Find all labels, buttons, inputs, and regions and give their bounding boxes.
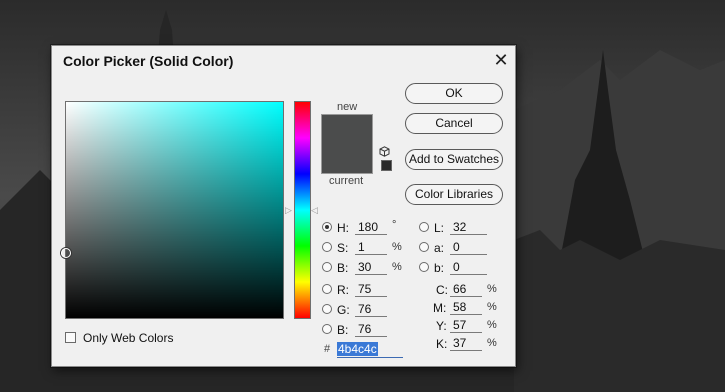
label-c: C: (436, 283, 448, 297)
input-r[interactable]: 75 (355, 282, 387, 297)
unit-k: % (487, 337, 497, 349)
input-m[interactable]: 58 (450, 300, 482, 315)
hex-input-value: 4b4c4c (337, 342, 378, 356)
cube-icon[interactable] (379, 146, 390, 157)
radio-r[interactable] (322, 284, 332, 294)
dialog-titlebar[interactable]: Color Picker (Solid Color) ✕ (52, 46, 515, 76)
input-b[interactable]: 30 (355, 260, 387, 275)
input-s[interactable]: 1 (355, 240, 387, 255)
hue-slider-handle-right-icon[interactable]: ◁ (311, 205, 318, 216)
label-s: S: (337, 241, 349, 255)
ok-button[interactable]: OK (405, 83, 503, 104)
label-b: B: (337, 261, 349, 275)
label-h: H: (337, 221, 349, 235)
radio-g[interactable] (322, 304, 332, 314)
input-h[interactable]: 180 (355, 220, 387, 235)
unit-y: % (487, 319, 497, 331)
radio-rgb-b[interactable] (322, 324, 332, 334)
label-m: M: (433, 301, 447, 315)
dialog-title: Color Picker (Solid Color) (63, 53, 234, 69)
label-rgb-b: B: (337, 323, 349, 337)
unit-c: % (487, 283, 497, 295)
hex-input[interactable]: 4b4c4c (337, 342, 403, 358)
unit-s: % (392, 241, 402, 253)
hue-slider[interactable] (294, 101, 311, 319)
label-r: R: (337, 283, 349, 297)
websafe-swatch[interactable] (381, 160, 392, 171)
color-libraries-button[interactable]: Color Libraries (405, 184, 503, 205)
radio-l[interactable] (419, 222, 429, 232)
color-preview-swatch[interactable] (321, 114, 373, 174)
label-lab-b: b: (434, 261, 445, 275)
color-field-cursor[interactable] (61, 248, 71, 258)
hex-label: # (324, 343, 331, 355)
input-l[interactable]: 32 (450, 220, 487, 235)
unit-b: % (392, 261, 402, 273)
input-a[interactable]: 0 (450, 240, 487, 255)
new-color-label: new (337, 101, 358, 113)
only-web-colors-checkbox[interactable] (65, 332, 76, 343)
unit-h: ° (392, 219, 397, 231)
close-icon[interactable]: ✕ (490, 49, 512, 71)
only-web-colors-label[interactable]: Only Web Colors (83, 331, 173, 345)
cancel-button[interactable]: Cancel (405, 113, 503, 134)
label-k: K: (436, 337, 448, 351)
color-field[interactable] (61, 101, 284, 319)
hue-slider-handle-left-icon[interactable]: ▷ (285, 205, 292, 216)
input-rgb-b[interactable]: 76 (355, 322, 387, 337)
input-g[interactable]: 76 (355, 302, 387, 317)
label-y: Y: (436, 319, 447, 333)
color-picker-dialog: Color Picker (Solid Color) ✕ ▷ ◁ new cur… (51, 45, 516, 367)
label-l: L: (434, 221, 445, 235)
radio-s[interactable] (322, 242, 332, 252)
input-k[interactable]: 37 (450, 336, 482, 351)
radio-a[interactable] (419, 242, 429, 252)
label-a: a: (434, 241, 445, 255)
label-g: G: (337, 303, 350, 317)
radio-lab-b[interactable] (419, 262, 429, 272)
add-to-swatches-button[interactable]: Add to Swatches (405, 149, 503, 170)
radio-h[interactable] (322, 222, 332, 232)
input-c[interactable]: 66 (450, 282, 482, 297)
current-color-label: current (329, 175, 364, 187)
input-y[interactable]: 57 (450, 318, 482, 333)
radio-b[interactable] (322, 262, 332, 272)
unit-m: % (487, 301, 497, 313)
input-lab-b[interactable]: 0 (450, 260, 487, 275)
